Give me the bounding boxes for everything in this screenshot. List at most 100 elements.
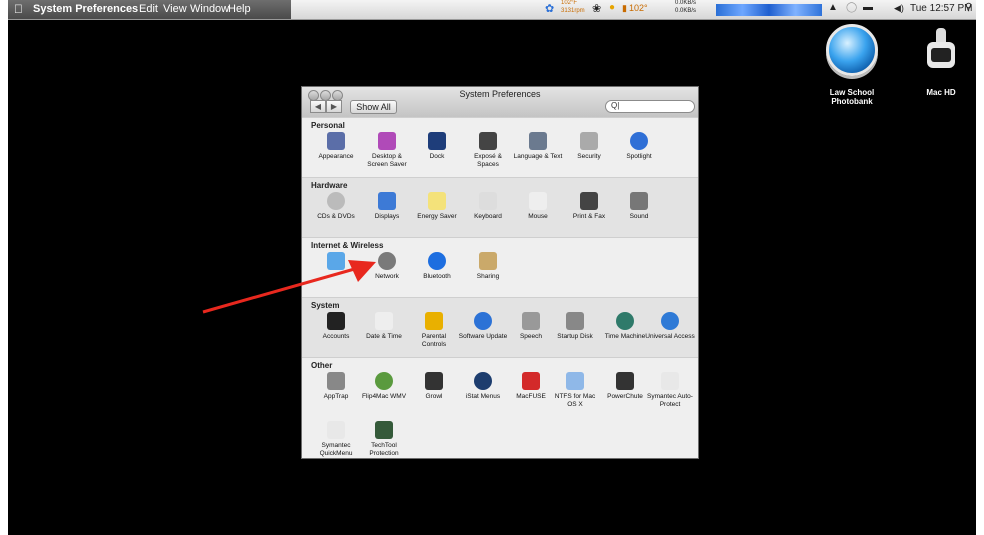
displays-icon (378, 192, 396, 210)
desktop:  System Preferences Edit View Window He… (8, 0, 976, 535)
pref-pane-label: Sound (629, 213, 649, 220)
net-download-readout[interactable]: 0.0KB/s (675, 8, 696, 14)
pref-pane-label: Symantec QuickMenu (319, 442, 353, 457)
menu-window[interactable]: Window (190, 3, 229, 15)
menu-edit[interactable]: Edit (139, 3, 158, 15)
pref-pane-software-update[interactable]: Software Update (458, 312, 508, 341)
pref-pane-label: Software Update (458, 333, 508, 340)
pref-pane-techtool-protection[interactable]: TechTool Protection (359, 421, 409, 458)
menu-view[interactable]: View (163, 3, 187, 15)
software-update-icon (474, 312, 492, 330)
pref-pane-powerchute[interactable]: PowerChute (600, 372, 650, 401)
pref-pane-label: Time Machine (604, 333, 646, 340)
apple-menu-icon[interactable]:  (14, 2, 23, 16)
pref-pane-label: Dock (429, 153, 445, 160)
section-personal: Personal Appearance Desktop & Screen Saver… (302, 117, 698, 177)
pref-pane-apptrap[interactable]: AppTrap (311, 372, 361, 401)
pref-pane-sound[interactable]: Sound (614, 192, 664, 221)
pref-pane-symantec-auto-protect[interactable]: Symantec Auto-Protect (645, 372, 695, 409)
sharing-icon (479, 252, 497, 270)
apptrap-icon (327, 372, 345, 390)
pref-pane-expos-spaces[interactable]: Exposé & Spaces (463, 132, 513, 169)
pref-pane-label: TechTool Protection (369, 442, 399, 457)
pref-pane-symantec-quickmenu[interactable]: Symantec QuickMenu (311, 421, 361, 458)
weather-icon[interactable]: ● (609, 2, 615, 13)
pref-pane-ntfs-for-mac-os-x[interactable]: NTFS for Mac OS X (550, 372, 600, 409)
language-text-icon (529, 132, 547, 150)
pref-pane-universal-access[interactable]: Universal Access (645, 312, 695, 341)
pref-pane-label: Universal Access (645, 333, 695, 340)
section-title: Hardware (311, 181, 348, 190)
window-title: System Preferences (459, 89, 541, 99)
dock-icon (428, 132, 446, 150)
pref-pane-istat-menus[interactable]: iStat Menus (458, 372, 508, 401)
pref-pane-mouse[interactable]: Mouse (513, 192, 563, 221)
app-menu[interactable]: System Preferences (33, 3, 138, 15)
pref-pane-dock[interactable]: Dock (412, 132, 462, 161)
menu-bar-left:  System Preferences Edit View Window He… (8, 0, 291, 19)
pref-pane-speech[interactable]: Speech (506, 312, 556, 341)
fan-icon[interactable]: ✿ (545, 2, 554, 15)
pref-pane-label: Accounts (322, 333, 350, 340)
pref-pane-macfuse[interactable]: MacFUSE (506, 372, 556, 401)
pref-pane-startup-disk[interactable]: Startup Disk (550, 312, 600, 341)
paw-icon[interactable]: ❀ (592, 2, 601, 15)
fan-speed-readout[interactable]: 3131rpm (561, 8, 585, 14)
flip4mac-wmv-icon (375, 372, 393, 390)
pref-pane-displays[interactable]: Displays (362, 192, 412, 221)
display-icon[interactable]: ▬ (863, 2, 873, 13)
universal-access-icon (661, 312, 679, 330)
menu-clock[interactable]: Tue 12:57 PM (910, 3, 972, 14)
menu-help[interactable]: Help (228, 3, 251, 15)
growl-icon (425, 372, 443, 390)
forward-button[interactable]: ▶ (326, 100, 342, 113)
pref-pane-energy-saver[interactable]: Energy Saver (412, 192, 462, 221)
show-all-button[interactable]: Show All (350, 100, 397, 114)
pref-pane-cds-dvds[interactable]: CDs & DVDs (311, 192, 361, 221)
pref-pane-label: CDs & DVDs (317, 213, 355, 220)
desktop-icon-law-school-photobank[interactable]: Law School Photobank (817, 24, 887, 106)
thermometer-icon[interactable]: ▮ (622, 3, 627, 14)
pref-pane-label: PowerChute (607, 393, 643, 400)
sync-icon[interactable]: ◯ (846, 2, 857, 13)
globe-icon (826, 24, 878, 76)
time-machine-icon (616, 312, 634, 330)
volume-icon[interactable]: ◀) (894, 3, 904, 14)
pref-pane-label: Sharing (476, 273, 500, 280)
user-icon[interactable]: ▲ (828, 2, 838, 13)
pref-pane-desktop-screen-saver[interactable]: Desktop & Screen Saver (362, 132, 412, 169)
keyboard-icon (479, 192, 497, 210)
spotlight-search-icon[interactable]: ⚲ (965, 2, 972, 13)
symantec-quickmenu-icon (327, 421, 345, 439)
net-upload-readout[interactable]: 0.0KB/s (675, 0, 696, 6)
pref-pane-print-fax[interactable]: Print & Fax (564, 192, 614, 221)
speech-icon (522, 312, 540, 330)
pref-pane-label: Symantec Auto-Protect (647, 393, 693, 408)
pref-pane-growl[interactable]: Growl (409, 372, 459, 401)
back-button[interactable]: ◀ (310, 100, 326, 113)
pref-pane-time-machine[interactable]: Time Machine (600, 312, 650, 341)
energy-saver-icon (428, 192, 446, 210)
pref-pane-sharing[interactable]: Sharing (463, 252, 513, 281)
temperature-readout[interactable]: 102° (629, 3, 648, 13)
pref-pane-label: Startup Disk (557, 333, 593, 340)
pref-pane-keyboard[interactable]: Keyboard (463, 192, 513, 221)
network-icon (378, 252, 396, 270)
pref-pane-spotlight[interactable]: Spotlight (614, 132, 664, 161)
activity-graph[interactable] (716, 4, 822, 16)
pref-pane-flip4mac-wmv[interactable]: Flip4Mac WMV (359, 372, 409, 401)
pref-pane-language-text[interactable]: Language & Text (513, 132, 563, 161)
parental-controls-icon (425, 312, 443, 330)
pref-pane-label: Spotlight (626, 153, 652, 160)
pref-pane-label: Growl (425, 393, 443, 400)
pref-pane-parental-controls[interactable]: Parental Controls (409, 312, 459, 349)
cpu-temp-readout[interactable]: 102°F (561, 0, 577, 6)
appearance-icon (327, 132, 345, 150)
pref-pane-appearance[interactable]: Appearance (311, 132, 361, 161)
pref-pane-bluetooth[interactable]: Bluetooth (412, 252, 462, 281)
desktop-icon-mac-hd[interactable]: Mac HD (906, 24, 976, 97)
pref-pane-label: Mouse (528, 213, 548, 220)
pref-pane-security[interactable]: Security (564, 132, 614, 161)
pref-pane-label: Desktop & Screen Saver (367, 153, 407, 168)
search-field[interactable]: Q| (605, 100, 695, 113)
